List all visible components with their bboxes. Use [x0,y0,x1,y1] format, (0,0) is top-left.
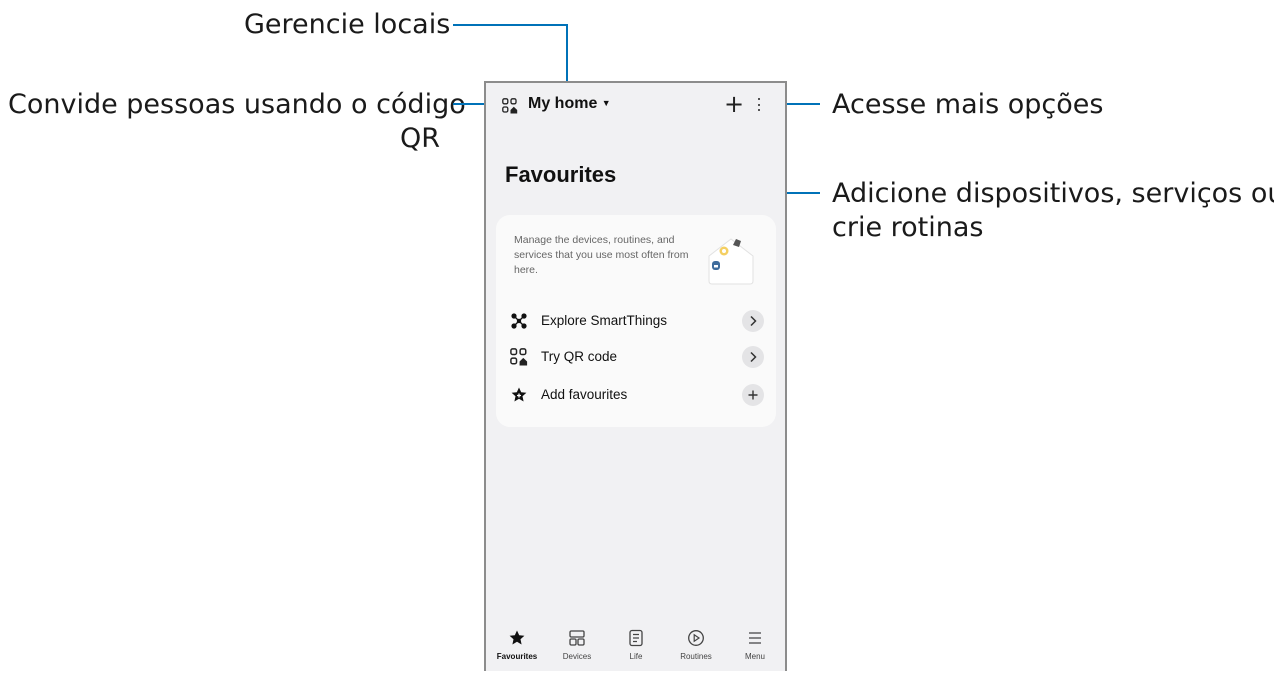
callout-manage-locations: Gerencie locais [244,9,451,40]
tab-label: Life [629,652,643,661]
smart-home-icon [708,238,754,285]
smartthings-icon [511,313,527,329]
tab-favourites[interactable]: Favourites [487,625,547,669]
tab-label: Menu [744,652,765,661]
plus-icon[interactable]: + [724,92,744,116]
list-item-label: Explore SmartThings [541,313,668,328]
caret-down-icon: ▼ [601,98,611,108]
star-add-icon [511,387,527,402]
tab-label: Favourites [496,652,538,661]
list-item-add-favourites[interactable]: Add favourites [510,383,764,407]
plus-icon[interactable] [742,384,764,406]
tab-devices[interactable]: Devices [547,625,607,669]
devices-icon [569,630,585,646]
callout-invite-qr-line1: Convide pessoas usando o código [8,89,466,120]
chevron-right-icon[interactable] [742,346,764,368]
life-icon [629,629,643,647]
leader-manage-horizontal [453,24,568,26]
favourites-card: Manage the devices, routines, and servic… [496,215,776,427]
card-description: Manage the devices, routines, and servic… [514,234,689,276]
list-item-label: Add favourites [541,387,628,402]
tab-label: Routines [680,652,712,661]
list-item-explore[interactable]: Explore SmartThings [510,309,764,333]
app-header: My home ▼ + [486,83,785,129]
phone-screen: My home ▼ + Favourites Manage the device… [484,81,787,671]
page-title: Favourites [505,162,617,187]
bottom-tab-bar: Favourites Devices Life Routines Menu [486,615,785,673]
list-item-label: Try QR code [541,349,618,364]
routines-icon [688,630,704,646]
callout-add-line1: Adicione dispositivos, serviços ou [832,178,1274,209]
qr-home-icon [510,348,528,366]
callout-more-options: Acesse mais opções [832,89,1104,120]
qr-home-icon[interactable] [502,98,518,114]
callout-invite-qr-line2: QR [400,123,441,154]
tab-menu[interactable]: Menu [725,625,785,669]
menu-icon [749,632,761,644]
tab-label: Devices [562,652,592,661]
tab-routines[interactable]: Routines [666,625,726,669]
location-selector[interactable]: My home ▼ [528,95,611,113]
tab-life[interactable]: Life [606,625,666,669]
location-name: My home [528,95,598,112]
list-item-qr[interactable]: Try QR code [510,345,764,369]
star-icon [509,630,525,645]
callout-add-line2: crie rotinas [832,212,984,243]
chevron-right-icon[interactable] [742,310,764,332]
more-vertical-icon[interactable] [756,97,762,113]
